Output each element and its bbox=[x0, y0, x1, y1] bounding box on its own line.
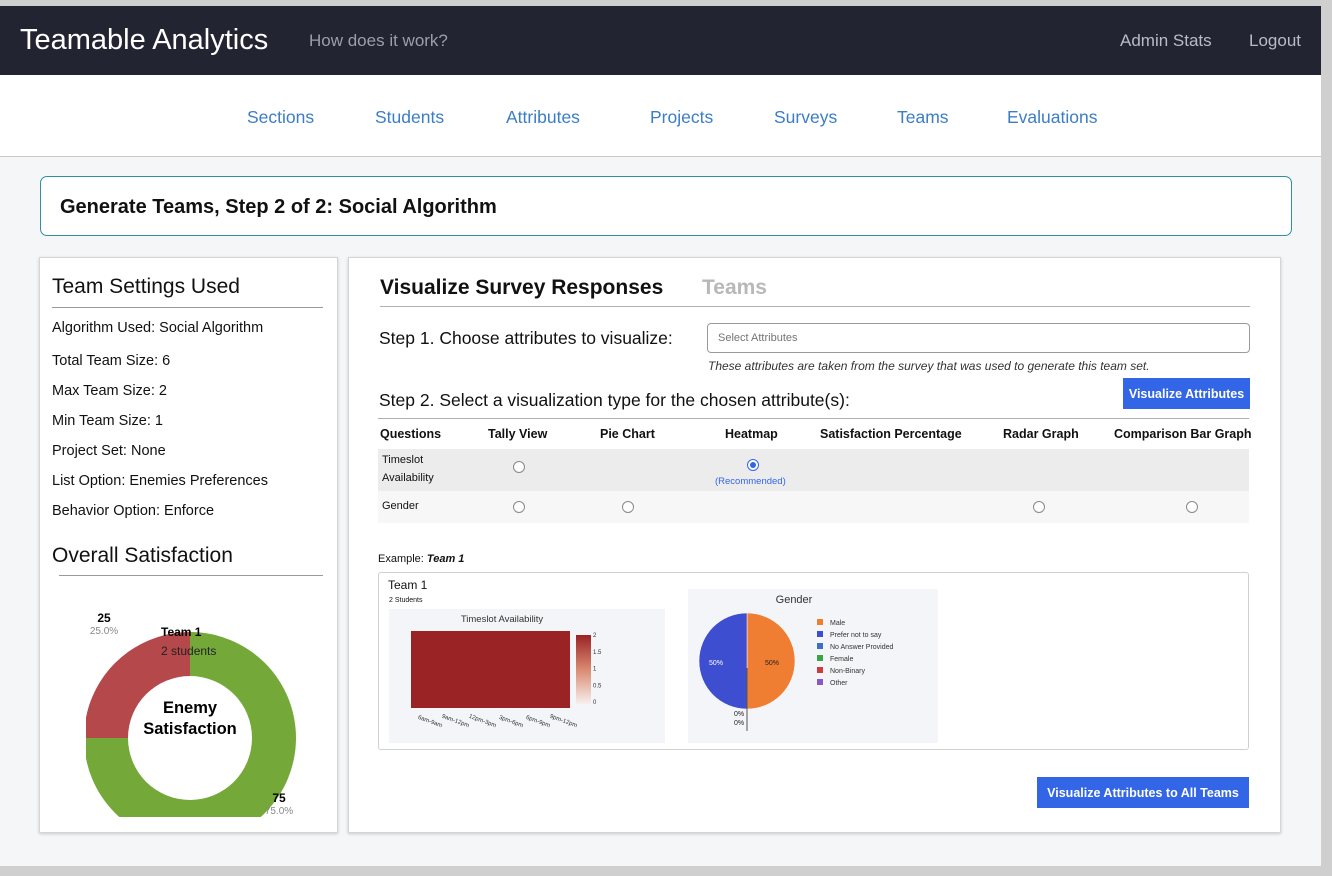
pie-label-prefer-not: 50% bbox=[709, 660, 723, 667]
tab-visualize-survey-responses[interactable]: Visualize Survey Responses bbox=[380, 276, 663, 300]
step2-label: Step 2. Select a visualization type for … bbox=[379, 390, 850, 410]
gender-pie-chart: Gender 50% 50% 0% 0% Male Prefer not to s… bbox=[688, 589, 938, 743]
step-banner: Generate Teams, Step 2 of 2: Social Algo… bbox=[40, 176, 1292, 236]
top-navbar: Teamable Analytics How does it work? Adm… bbox=[0, 6, 1321, 75]
heatmap-cells[interactable] bbox=[411, 631, 570, 708]
legend-item[interactable]: Non-Binary bbox=[830, 668, 866, 675]
recommended-label: (Recommended) bbox=[715, 476, 786, 487]
table-row: Gender bbox=[378, 491, 1249, 523]
logout-link[interactable]: Logout bbox=[1249, 31, 1301, 51]
legend-item[interactable]: Prefer not to say bbox=[830, 632, 882, 639]
col-radar-graph: Radar Graph bbox=[1003, 427, 1079, 441]
tab-teams[interactable]: Teams bbox=[702, 276, 767, 300]
radio-gender-radar[interactable] bbox=[1033, 501, 1045, 513]
col-comparison-bar-graph: Comparison Bar Graph bbox=[1114, 427, 1252, 441]
how-it-works-link[interactable]: How does it work? bbox=[309, 31, 448, 51]
visualize-card: Visualize Survey Responses Teams Step 1.… bbox=[348, 257, 1281, 833]
radio-gender-comparison-bar[interactable] bbox=[1186, 501, 1198, 513]
section-nav: Sections Students Attributes Projects Su… bbox=[0, 75, 1321, 157]
legend-swatch bbox=[817, 655, 823, 661]
legend-item[interactable]: Female bbox=[830, 656, 853, 663]
divider bbox=[52, 307, 323, 308]
question-gender: Gender bbox=[382, 500, 419, 512]
visualize-attributes-button[interactable]: Visualize Attributes bbox=[1123, 378, 1250, 409]
hover-team-label: Team 1 bbox=[161, 625, 202, 639]
radio-gender-pie[interactable] bbox=[622, 501, 634, 513]
table-divider bbox=[378, 418, 1249, 419]
nav-attributes[interactable]: Attributes bbox=[506, 107, 580, 128]
radio-timeslot-heatmap[interactable] bbox=[747, 459, 759, 471]
col-satisfaction-percentage: Satisfaction Percentage bbox=[820, 427, 962, 441]
pie-title: Gender bbox=[776, 594, 813, 606]
nav-surveys[interactable]: Surveys bbox=[774, 107, 837, 128]
page: Teamable Analytics How does it work? Adm… bbox=[0, 6, 1321, 866]
setting-project-set: Project Set: None bbox=[52, 443, 166, 459]
radio-gender-tally[interactable] bbox=[513, 501, 525, 513]
satisfaction-donut-chart: 25 25.0% 75 75.0% Team 1 2 students Enem… bbox=[86, 611, 296, 817]
radio-timeslot-tally[interactable] bbox=[513, 461, 525, 473]
donut-center-line1: Enemy bbox=[163, 699, 218, 717]
nav-students[interactable]: Students bbox=[375, 107, 444, 128]
heatmap-scale-label: 1.5 bbox=[593, 650, 602, 656]
slice-25-value: 25 bbox=[97, 611, 111, 625]
nav-evaluations[interactable]: Evaluations bbox=[1007, 107, 1097, 128]
slice-75-percent: 75.0% bbox=[265, 806, 293, 817]
brand-title[interactable]: Teamable Analytics bbox=[20, 24, 268, 57]
hover-students-label: 2 students bbox=[161, 644, 216, 658]
attributes-help-text: These attributes are taken from the surv… bbox=[708, 359, 1150, 373]
pie-label-zero-1: 0% bbox=[734, 711, 744, 718]
example-preview-panel: Team 1 2 Students Timeslot Availability … bbox=[378, 572, 1249, 750]
nav-projects[interactable]: Projects bbox=[650, 107, 713, 128]
col-heatmap: Heatmap bbox=[725, 427, 778, 441]
overall-satisfaction-title: Overall Satisfaction bbox=[52, 544, 233, 567]
pie-label-zero-2: 0% bbox=[734, 720, 744, 727]
donut-center-line2: Satisfaction bbox=[143, 720, 237, 738]
setting-algorithm: Algorithm Used: Social Algorithm bbox=[52, 320, 264, 336]
page-title: Generate Teams, Step 2 of 2: Social Algo… bbox=[60, 196, 497, 218]
example-team-title: Team 1 bbox=[388, 578, 428, 592]
col-tally-view: Tally View bbox=[488, 427, 548, 441]
col-pie-chart: Pie Chart bbox=[600, 427, 655, 441]
setting-max-size: Max Team Size: 2 bbox=[52, 383, 167, 399]
heatmap-title: Timeslot Availability bbox=[461, 614, 544, 625]
legend-swatch bbox=[817, 667, 823, 673]
legend-item[interactable]: No Answer Provided bbox=[830, 644, 894, 651]
table-row: Timeslot Availability (Recommended) bbox=[378, 449, 1249, 491]
legend-item[interactable]: Other bbox=[830, 680, 848, 687]
col-questions: Questions bbox=[380, 427, 442, 441]
team-settings-card: Team Settings Used Algorithm Used: Socia… bbox=[39, 257, 338, 833]
setting-total-size: Total Team Size: 6 bbox=[52, 353, 171, 369]
heatmap-colorscale bbox=[576, 635, 591, 704]
slice-25-percent: 25.0% bbox=[90, 626, 118, 637]
select-attributes-input[interactable] bbox=[707, 323, 1250, 353]
nav-teams[interactable]: Teams bbox=[897, 107, 949, 128]
setting-min-size: Min Team Size: 1 bbox=[52, 413, 163, 429]
heatmap-scale-label: 0.5 bbox=[593, 683, 602, 689]
setting-list-option: List Option: Enemies Preferences bbox=[52, 473, 268, 489]
example-students-count: 2 Students bbox=[389, 597, 423, 604]
admin-stats-link[interactable]: Admin Stats bbox=[1120, 31, 1212, 51]
team-settings-title: Team Settings Used bbox=[52, 275, 240, 298]
question-timeslot-line1: Timeslot bbox=[382, 454, 424, 466]
divider bbox=[59, 575, 323, 576]
example-label: Example: Team 1 bbox=[378, 553, 465, 565]
pie-label-male: 50% bbox=[765, 660, 779, 667]
legend-swatch bbox=[817, 643, 823, 649]
divider bbox=[380, 306, 1250, 307]
step1-label: Step 1. Choose attributes to visualize: bbox=[379, 328, 673, 348]
legend-swatch bbox=[817, 679, 823, 685]
nav-sections[interactable]: Sections bbox=[247, 107, 314, 128]
legend-swatch bbox=[817, 631, 823, 637]
visualize-all-teams-button[interactable]: Visualize Attributes to All Teams bbox=[1037, 777, 1249, 808]
setting-behavior-option: Behavior Option: Enforce bbox=[52, 503, 215, 519]
legend-swatch bbox=[817, 619, 823, 625]
question-timeslot-line2: Availability bbox=[382, 472, 434, 484]
slice-75-value: 75 bbox=[272, 791, 286, 805]
timeslot-heatmap: Timeslot Availability 21.510.50 6am-9am9… bbox=[389, 609, 665, 743]
legend-item[interactable]: Male bbox=[830, 620, 845, 627]
